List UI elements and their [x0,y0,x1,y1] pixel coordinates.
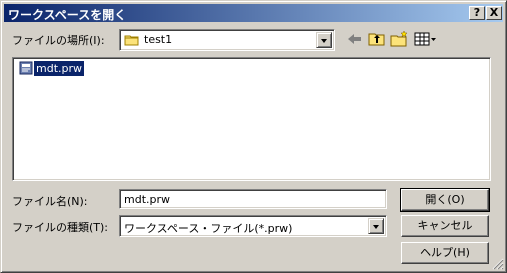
filename-input[interactable]: mdt.prw [119,189,387,209]
open-button[interactable]: 開く(O) [400,188,490,212]
cancel-button[interactable]: キャンセル [401,215,489,237]
file-name-label: mdt.prw [32,60,86,77]
file-list[interactable]: mdt.prw [12,57,491,181]
size-grip[interactable] [492,258,504,270]
workspace-file-icon [19,61,33,78]
filetype-value: ワークスペース・ファイル(*.prw) [124,222,293,235]
view-menu-icon[interactable] [412,29,438,49]
up-one-level-icon[interactable] [366,29,388,49]
help-title-button[interactable]: ? [469,6,485,20]
location-dropdown-arrow[interactable] [316,32,332,48]
open-workspace-dialog: ワークスペースを開く ? X ファイルの場所(I): test1 mdt.prw… [0,0,507,273]
location-combo[interactable]: test1 [119,29,335,51]
filetype-label: ファイルの種類(T): [12,221,109,234]
title-bar: ワークスペースを開く ? X [4,4,503,22]
window-title: ワークスペースを開く [8,8,127,22]
help-button[interactable]: ヘルプ(H) [401,242,489,264]
location-label: ファイルの場所(I): [12,34,105,47]
new-folder-icon[interactable] [388,29,410,49]
filetype-dropdown-arrow[interactable] [368,218,384,234]
filename-label: ファイル名(N): [12,195,88,208]
filename-value: mdt.prw [124,193,171,206]
back-arrow-icon[interactable] [344,29,366,49]
filetype-select[interactable]: ワークスペース・ファイル(*.prw) [119,215,387,237]
location-value: test1 [144,33,173,46]
folder-icon [124,33,140,50]
close-button[interactable]: X [486,6,502,20]
